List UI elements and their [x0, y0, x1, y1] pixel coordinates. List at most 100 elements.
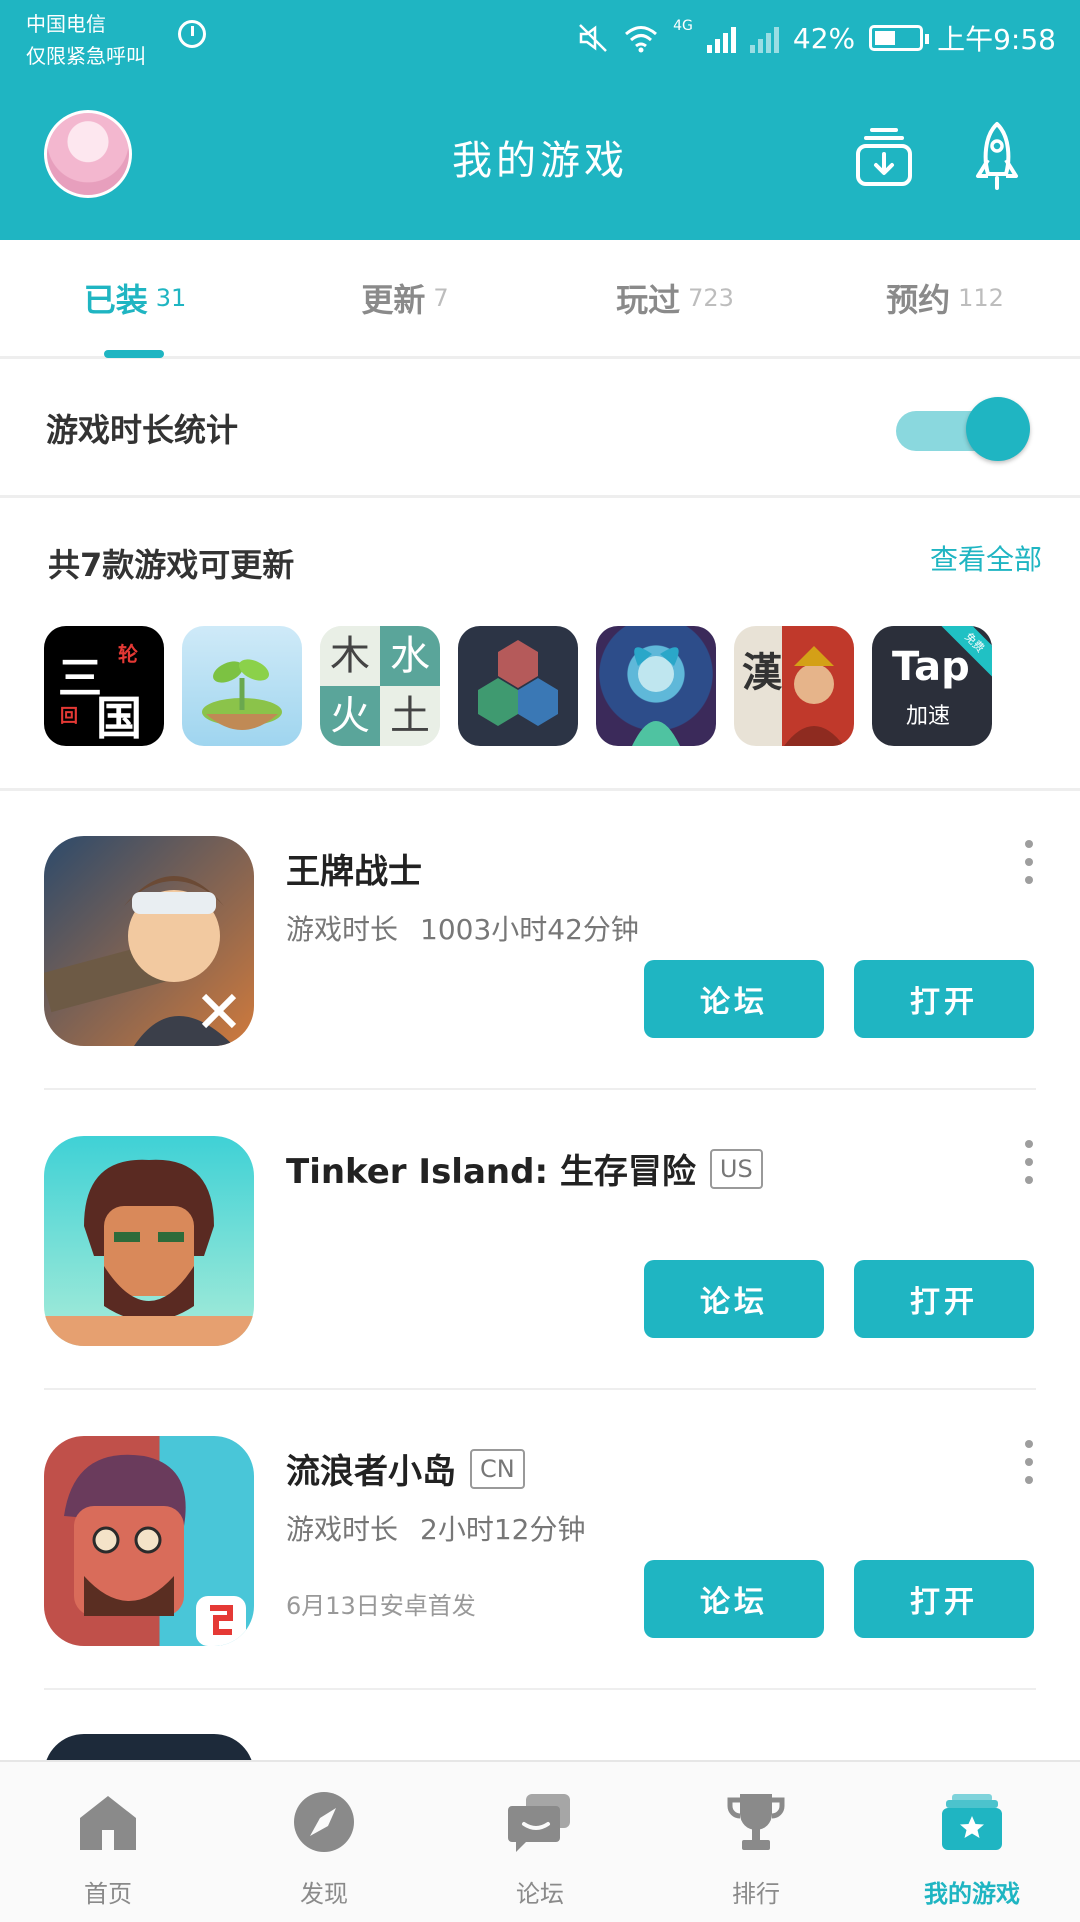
updates-section: 共7款游戏可更新 查看全部 三 轮 国 回 木 水 火 土 漢 免费 Tap 加…: [0, 498, 1080, 791]
region-badge: US: [709, 1148, 763, 1189]
playtime-stats-toggle[interactable]: [896, 397, 1032, 461]
timer-icon: [178, 20, 206, 48]
more-options-icon[interactable]: [1024, 1140, 1034, 1184]
chat-icon: [508, 1794, 570, 1852]
sprout-icon: [202, 659, 282, 730]
bottom-nav: 首页 发现 论坛 排行 我的游戏: [0, 1760, 1080, 1922]
app-bar: 我的游戏: [0, 80, 1080, 240]
tab-installed[interactable]: 已装 31: [0, 240, 270, 356]
game-title: 王牌战士: [286, 852, 422, 892]
fairy-icon: [632, 647, 680, 746]
more-options-icon[interactable]: [1024, 840, 1034, 884]
game-row-partial: [0, 1688, 1080, 1760]
release-date: 6月13日安卓首发: [286, 1592, 476, 1620]
nav-forum[interactable]: 论坛: [432, 1762, 648, 1922]
icon-text: 木: [320, 626, 380, 686]
carrier-name: 中国电信: [26, 12, 106, 36]
nav-label: 发现: [300, 1880, 348, 1908]
compass-icon: [294, 1792, 354, 1852]
update-game-icon[interactable]: [458, 626, 578, 746]
forum-button[interactable]: 论坛: [644, 960, 824, 1038]
icon-text: 国: [96, 691, 142, 745]
nav-my-games[interactable]: 我的游戏: [864, 1762, 1080, 1922]
home-icon: [80, 1796, 136, 1850]
update-game-icon[interactable]: 漢: [734, 626, 854, 746]
game-name: 流浪者小岛 CN: [286, 1444, 525, 1493]
update-game-icon[interactable]: [596, 626, 716, 746]
more-options-icon[interactable]: [1024, 1440, 1034, 1484]
update-game-icon[interactable]: 免费 Tap 加速: [872, 626, 992, 746]
battery-icon: [869, 25, 930, 51]
tab-count: 723: [688, 284, 734, 312]
game-title: 流浪者小岛: [286, 1452, 456, 1492]
tab-count: 31: [155, 284, 187, 312]
playtime-value: 2小时12分钟: [420, 1513, 586, 1546]
game-icon[interactable]: [44, 836, 254, 1046]
network-type: 4G: [673, 18, 693, 34]
tab-label: 已装: [83, 281, 148, 319]
icon-text: 水: [380, 626, 440, 686]
icon-text: 回: [60, 706, 78, 727]
playtime-label: 游戏时长: [286, 1513, 399, 1546]
icon-text: 轮: [118, 642, 138, 666]
tab-label: 预约: [886, 281, 951, 319]
game-title: Tinker Island: 生存冒险: [286, 1152, 696, 1192]
open-button[interactable]: 打开: [854, 1260, 1034, 1338]
download-manager-icon[interactable]: [852, 124, 916, 188]
wanderer-portrait-icon: [64, 1454, 246, 1646]
game-row: Tinker Island: 生存冒险 US 论坛 打开: [0, 1090, 1080, 1390]
playtime-label: 游戏时长: [286, 913, 399, 946]
game-name: 王牌战士: [286, 844, 422, 893]
toggle-knob: [966, 397, 1030, 461]
hexagons-icon: [478, 640, 558, 726]
game-row: 流浪者小岛 CN 游戏时长 2小时12分钟 6月13日安卓首发 论坛 打开: [0, 1390, 1080, 1690]
open-button[interactable]: 打开: [854, 1560, 1034, 1638]
warrior-icon: [784, 646, 844, 746]
battery-percent: 42%: [792, 21, 856, 55]
icon-text: 加速: [906, 704, 951, 729]
game-icon[interactable]: [44, 1436, 254, 1646]
game-name: Tinker Island: 生存冒险 US: [286, 1144, 763, 1193]
trophy-icon: [727, 1794, 785, 1850]
signal-icon: [706, 23, 736, 53]
nav-discover[interactable]: 发现: [216, 1762, 432, 1922]
update-game-icon[interactable]: [182, 626, 302, 746]
clock: 上午9:58: [937, 23, 1056, 56]
playtime-stats-row: 游戏时长统计: [0, 359, 1080, 498]
tab-bar: 已装 31 更新 7 玩过 723 预约 112: [0, 240, 1080, 359]
tab-reserved[interactable]: 预约 112: [810, 240, 1080, 356]
tab-label: 更新: [361, 281, 426, 319]
icon-text: 火: [320, 686, 380, 746]
nav-label: 论坛: [516, 1880, 564, 1908]
tab-count: 7: [433, 284, 449, 312]
my-games-icon: [942, 1794, 1002, 1850]
update-game-icon[interactable]: 木 水 火 土: [320, 626, 440, 746]
game-icon[interactable]: [44, 1734, 254, 1760]
active-tab-indicator: [104, 350, 164, 358]
castaway-portrait-icon: [44, 1159, 254, 1346]
region-badge: CN: [470, 1448, 525, 1489]
tab-played[interactable]: 玩过 723: [540, 240, 810, 356]
status-indicators: 4G 42% 上午9:58: [577, 18, 1056, 58]
tab-label: 玩过: [616, 281, 681, 319]
playtime: 游戏时长 1003小时42分钟: [286, 908, 639, 948]
update-game-icon[interactable]: 三 轮 国 回: [44, 626, 164, 746]
forum-button[interactable]: 论坛: [644, 1260, 824, 1338]
nav-ranking[interactable]: 排行: [648, 1762, 864, 1922]
playtime: 游戏时长 2小时12分钟: [286, 1508, 585, 1548]
icon-text: Tap: [892, 644, 970, 690]
status-bar: 中国电信 仅限紧急呼叫 4G 42% 上午9:58: [0, 0, 1080, 80]
tab-count: 112: [958, 284, 1004, 312]
nav-label: 我的游戏: [924, 1880, 1020, 1908]
open-button[interactable]: 打开: [854, 960, 1034, 1038]
game-row: 王牌战士 游戏时长 1003小时42分钟 论坛 打开: [0, 790, 1080, 1090]
view-all-link[interactable]: 查看全部: [930, 538, 1042, 578]
wifi-icon: [625, 26, 658, 53]
forum-button[interactable]: 论坛: [644, 1560, 824, 1638]
game-icon[interactable]: [44, 1136, 254, 1346]
rocket-icon[interactable]: [972, 120, 1022, 192]
nav-home[interactable]: 首页: [0, 1762, 216, 1922]
nav-label: 排行: [732, 1880, 780, 1908]
soldier-portrait-icon: [44, 876, 237, 1046]
tab-updates[interactable]: 更新 7: [270, 240, 540, 356]
